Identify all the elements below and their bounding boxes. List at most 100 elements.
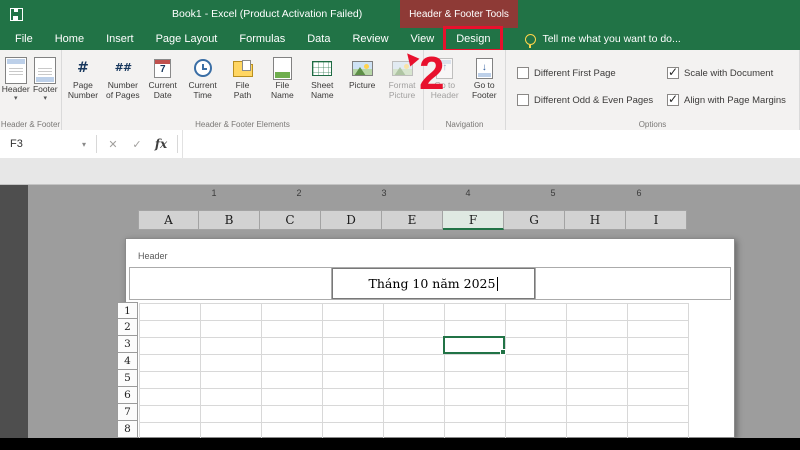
column-header-f[interactable]: F — [443, 210, 504, 230]
page-number-label: Page Number — [68, 81, 98, 101]
column-header-a[interactable]: A — [138, 210, 199, 230]
group-label-navigation: Navigation — [424, 120, 505, 129]
picture-label: Picture — [349, 81, 375, 91]
format-picture-label: Format Picture — [389, 81, 416, 101]
checkbox-label: Different First Page — [534, 68, 616, 79]
calendar-day-glyph: 7 — [160, 64, 166, 76]
formula-input[interactable] — [182, 130, 800, 158]
row-header-2[interactable]: 2 — [117, 319, 138, 336]
ruler-number: 1 — [208, 188, 220, 198]
file-name-button[interactable]: File Name — [262, 53, 302, 101]
worksheet-top-spacer — [0, 158, 800, 185]
sheet-grid[interactable] — [139, 303, 689, 438]
dropdown-caret-icon: ▾ — [14, 96, 18, 102]
column-header-b[interactable]: B — [199, 210, 260, 230]
go-to-footer-label: Go to Footer — [472, 81, 497, 101]
checkbox-icon — [517, 67, 529, 79]
file-path-button[interactable]: File Path — [223, 53, 263, 101]
row-header-6[interactable]: 6 — [117, 387, 138, 404]
ruler-number: 3 — [378, 188, 390, 198]
checkbox-different-first-page[interactable]: Different First Page — [517, 67, 667, 79]
divider — [177, 135, 178, 153]
header-button-label: Header — [2, 85, 30, 95]
file-path-label: File Path — [234, 81, 252, 101]
page-number-button[interactable]: # Page Number — [63, 53, 103, 101]
current-time-button[interactable]: Current Time — [183, 53, 223, 101]
picture-button[interactable]: Picture — [342, 53, 382, 91]
checkbox-label: Scale with Document — [684, 68, 773, 79]
step-number: 2 — [419, 50, 445, 96]
checkbox-icon — [517, 94, 529, 106]
header-button[interactable]: Header ▾ — [1, 53, 31, 102]
bottom-bar — [0, 438, 800, 450]
selected-cell — [443, 336, 505, 354]
contextual-tab-group-label: Header & Footer Tools — [400, 0, 518, 28]
current-time-label: Current Time — [188, 81, 216, 101]
name-box-value: F3 — [10, 138, 23, 150]
tab-data[interactable]: Data — [296, 28, 341, 50]
cancel-button[interactable]: ✕ — [101, 138, 125, 151]
group-header-footer-elements: # Page Number ## Number of Pages 7 Curre… — [62, 50, 424, 130]
dropdown-caret-icon: ▾ — [43, 96, 47, 102]
row-headers: 1 2 3 4 5 6 7 8 — [117, 302, 138, 438]
page: Header Tháng 10 năm 2025 — [125, 238, 735, 438]
save-icon[interactable] — [10, 8, 23, 21]
tab-page-layout[interactable]: Page Layout — [145, 28, 229, 50]
checkbox-align-with-page-margins[interactable]: Align with Page Margins — [667, 94, 786, 106]
ribbon: Header ▾ Footer ▾ Header & Footer # Page… — [0, 50, 800, 131]
divider — [96, 135, 97, 153]
options-column-right: Scale with Document Align with Page Marg… — [667, 53, 786, 106]
go-to-footer-icon: ↓ — [476, 58, 493, 79]
insert-function-button[interactable]: fx — [149, 137, 173, 151]
column-header-i[interactable]: I — [626, 210, 687, 230]
tell-me-text: Tell me what you want to do... — [542, 33, 680, 45]
page-number-icon: # — [77, 60, 89, 76]
row-header-8[interactable]: 8 — [117, 421, 138, 438]
checkbox-different-odd-even-pages[interactable]: Different Odd & Even Pages — [517, 94, 667, 106]
column-header-c[interactable]: C — [260, 210, 321, 230]
tell-me-box[interactable]: Tell me what you want to do... — [525, 33, 680, 45]
column-header-h[interactable]: H — [565, 210, 626, 230]
row-header-7[interactable]: 7 — [117, 404, 138, 421]
header-row: Tháng 10 năm 2025 — [129, 267, 731, 300]
current-date-button[interactable]: 7 Current Date — [143, 53, 183, 101]
name-box[interactable]: F3 ▾ — [0, 130, 92, 158]
sheet-icon — [312, 61, 332, 76]
text-cursor — [497, 277, 498, 291]
row-header-5[interactable]: 5 — [117, 370, 138, 387]
horizontal-ruler: 1 2 3 4 5 6 — [0, 188, 800, 202]
tab-file[interactable]: File — [4, 28, 44, 50]
number-of-pages-button[interactable]: ## Number of Pages — [103, 53, 143, 101]
row-header-1[interactable]: 1 — [117, 302, 138, 319]
footer-button[interactable]: Footer ▾ — [31, 53, 61, 102]
header-section-left[interactable] — [130, 268, 332, 299]
sheet-name-label: Sheet Name — [311, 81, 334, 101]
tab-formulas[interactable]: Formulas — [228, 28, 296, 50]
arrow-down-icon: ↓ — [482, 62, 487, 74]
tab-insert[interactable]: Insert — [95, 28, 145, 50]
formula-bar: F3 ▾ ✕ ✓ fx — [0, 130, 800, 159]
sheet-name-button[interactable]: Sheet Name — [302, 53, 342, 101]
tab-design[interactable]: Design — [445, 28, 501, 50]
go-to-footer-button[interactable]: ↓ Go to Footer — [465, 53, 505, 101]
ruler-number: 2 — [293, 188, 305, 198]
column-header-g[interactable]: G — [504, 210, 565, 230]
file-name-label: File Name — [271, 81, 294, 101]
tab-review[interactable]: Review — [341, 28, 399, 50]
row-header-4[interactable]: 4 — [117, 353, 138, 370]
name-box-caret-icon[interactable]: ▾ — [82, 140, 86, 149]
column-header-d[interactable]: D — [321, 210, 382, 230]
header-text: Tháng 10 năm 2025 — [369, 276, 496, 291]
row-header-3[interactable]: 3 — [117, 336, 138, 353]
tab-home[interactable]: Home — [44, 28, 95, 50]
enter-button[interactable]: ✓ — [125, 138, 149, 151]
header-section-right[interactable] — [535, 268, 730, 299]
ruler-number: 4 — [462, 188, 474, 198]
checkbox-scale-with-document[interactable]: Scale with Document — [667, 67, 786, 79]
group-options: Different First Page Different Odd & Eve… — [506, 50, 800, 130]
number-of-pages-label: Number of Pages — [106, 81, 140, 101]
header-area-label: Header — [138, 251, 168, 261]
header-section-center[interactable]: Tháng 10 năm 2025 — [332, 268, 535, 299]
ruler-number: 6 — [633, 188, 645, 198]
column-header-e[interactable]: E — [382, 210, 443, 230]
